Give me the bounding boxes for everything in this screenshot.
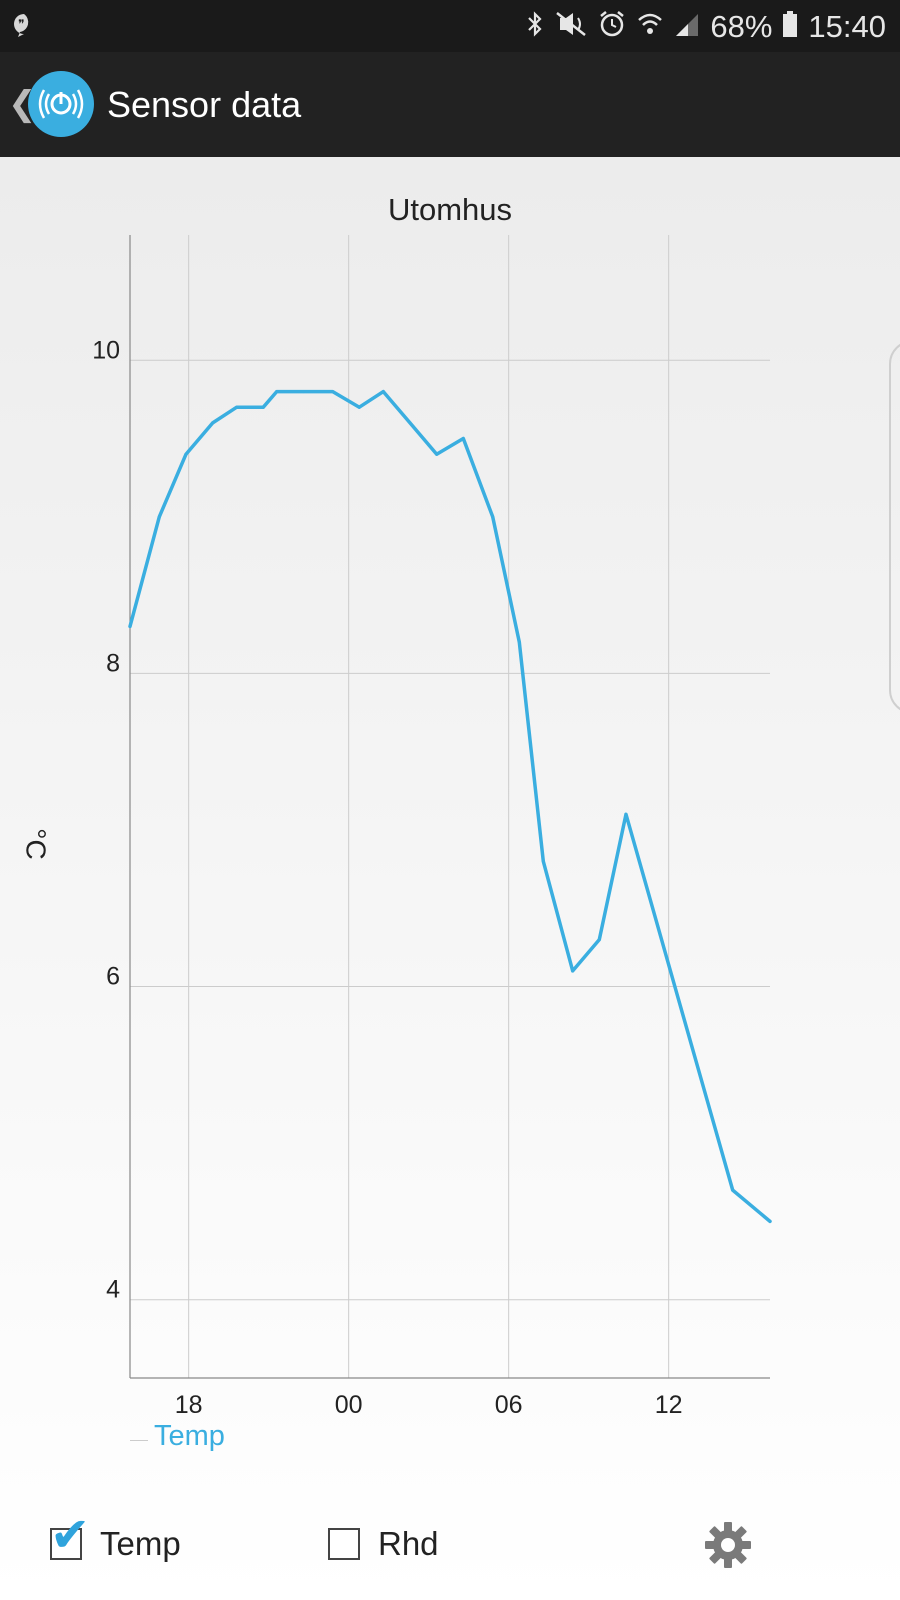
x-tick-label: 12 bbox=[655, 1391, 683, 1419]
data-point bbox=[677, 1000, 681, 1004]
data-point bbox=[704, 1094, 708, 1098]
rhd-label: Rhd bbox=[378, 1525, 439, 1562]
data-point bbox=[301, 390, 305, 394]
data-point bbox=[357, 405, 361, 409]
legend-marker bbox=[130, 1440, 148, 1441]
y-tick-label: 6 bbox=[106, 963, 120, 991]
data-point bbox=[381, 390, 385, 394]
drawer-handle[interactable] bbox=[889, 340, 900, 714]
data-point bbox=[408, 421, 412, 425]
data-point bbox=[651, 906, 655, 910]
y-tick-label: 8 bbox=[106, 649, 120, 677]
data-point bbox=[157, 515, 161, 519]
data-point bbox=[597, 938, 601, 942]
y-tick-label: 4 bbox=[106, 1276, 120, 1304]
data-point bbox=[731, 1188, 735, 1192]
x-tick-label: 06 bbox=[495, 1391, 523, 1419]
data-point bbox=[517, 640, 521, 644]
data-point bbox=[461, 437, 465, 441]
data-point bbox=[184, 452, 188, 456]
data-point bbox=[235, 405, 239, 409]
temp-toggle[interactable]: ✔ Temp bbox=[50, 1512, 181, 1563]
data-point bbox=[491, 515, 495, 519]
data-point bbox=[571, 969, 575, 973]
legend-label: Temp bbox=[154, 1420, 225, 1452]
data-point bbox=[128, 624, 132, 628]
data-point bbox=[331, 390, 335, 394]
line-chart: 4 6 8 10 18 00 06 12 bbox=[92, 235, 772, 1419]
temp-checkbox[interactable]: ✔ bbox=[50, 1512, 90, 1560]
data-point bbox=[541, 859, 545, 863]
series-line-temp bbox=[128, 389, 772, 1224]
gear-icon[interactable] bbox=[703, 1520, 753, 1570]
data-point bbox=[275, 390, 279, 394]
data-point bbox=[261, 405, 265, 409]
data-point bbox=[211, 421, 215, 425]
rhd-toggle[interactable]: Rhd bbox=[328, 1525, 439, 1563]
data-point bbox=[624, 812, 628, 816]
rhd-checkbox[interactable] bbox=[328, 1528, 360, 1560]
x-tick-label: 00 bbox=[335, 1391, 363, 1419]
data-point bbox=[435, 452, 439, 456]
data-point bbox=[768, 1219, 772, 1223]
x-tick-label: 18 bbox=[175, 1391, 203, 1419]
checkmark-icon: ✔ bbox=[50, 1509, 91, 1562]
y-tick-label: 10 bbox=[92, 336, 120, 364]
temp-label: Temp bbox=[100, 1525, 181, 1562]
